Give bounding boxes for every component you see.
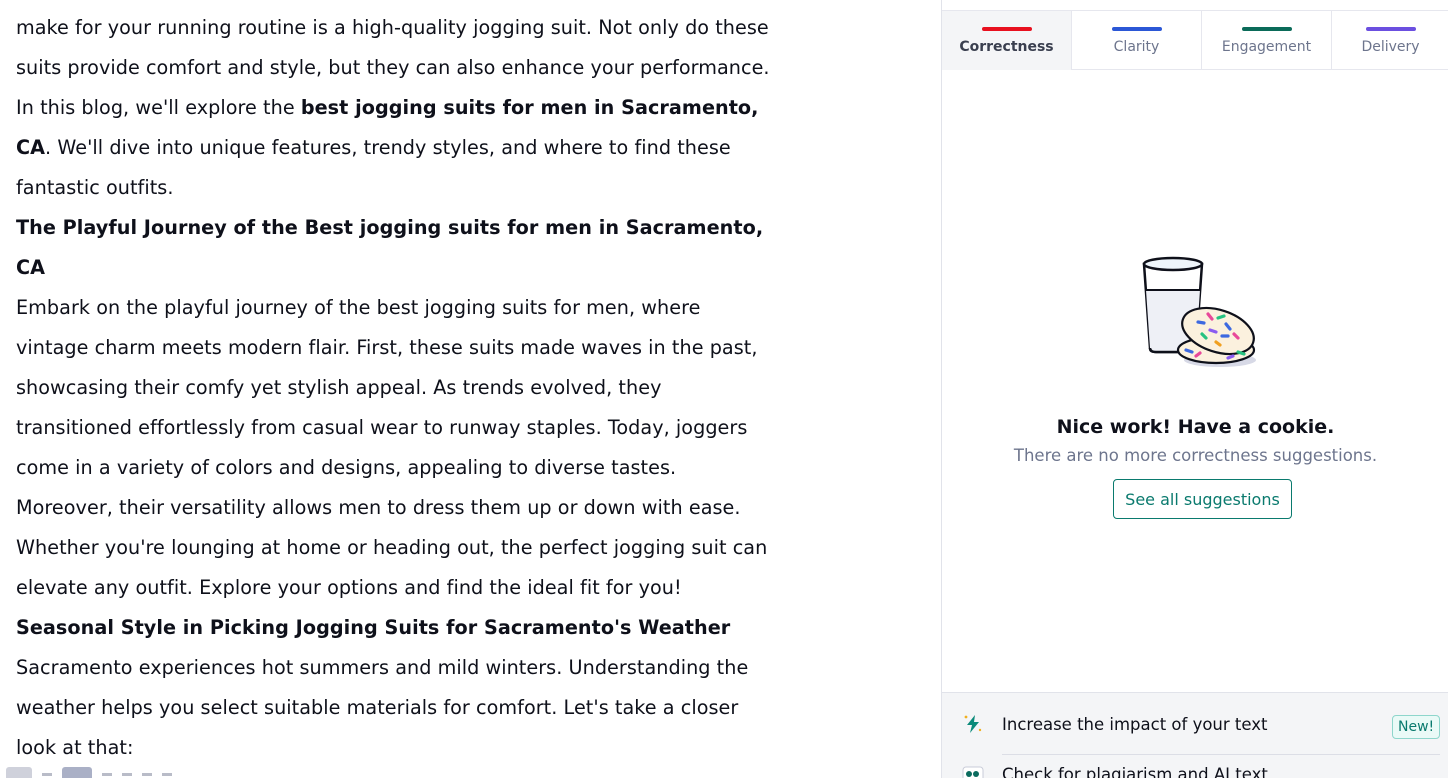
tab-label: Clarity	[1113, 39, 1160, 55]
tab-engagement[interactable]: Engagement	[1202, 11, 1332, 70]
empty-state: Nice work! Have a cookie. There are no m…	[942, 70, 1448, 692]
engagement-indicator	[1241, 27, 1292, 31]
document-paragraph: Sacramento experiences hot summers and m…	[16, 648, 776, 768]
bold-text: Seasonal Style in Picking Jogging Suits …	[16, 616, 731, 639]
list-button[interactable]	[162, 772, 172, 776]
text-run: . We'll dive into unique features, trend…	[16, 136, 731, 199]
tab-clarity[interactable]: Clarity	[1072, 11, 1202, 70]
quote-icon	[962, 766, 984, 778]
document-paragraph: make for your running routine is a high-…	[16, 8, 776, 208]
suggestions-panel: Correctness Clarity Engagement Delivery	[941, 0, 1448, 778]
milk-and-cookies-illustration	[1142, 256, 1256, 367]
empty-state-subtitle: There are no more correctness suggestion…	[1013, 446, 1378, 465]
delivery-indicator	[1365, 27, 1416, 31]
toolbar-item[interactable]	[142, 772, 152, 776]
bold-button[interactable]	[6, 767, 32, 778]
plagiarism-check-item[interactable]: Check for plagiarism and AI text	[942, 753, 1448, 778]
category-tabs: Correctness Clarity Engagement Delivery	[942, 10, 1448, 70]
lightning-icon	[964, 715, 982, 733]
tab-delivery[interactable]: Delivery	[1332, 11, 1448, 70]
empty-state-title: Nice work! Have a cookie.	[1056, 416, 1335, 438]
feature-label: Check for plagiarism and AI text	[1002, 765, 1268, 778]
document-heading: Seasonal Style in Picking Jogging Suits …	[16, 608, 776, 648]
correctness-indicator	[981, 27, 1032, 31]
tab-label: Delivery	[1361, 39, 1420, 55]
feature-label: Increase the impact of your text	[1002, 715, 1268, 734]
toolbar-item[interactable]	[122, 772, 132, 776]
bold-text: The Playful Journey of the Best jogging …	[16, 216, 764, 279]
document-heading: The Playful Journey of the Best jogging …	[16, 208, 776, 288]
document-editor[interactable]: make for your running routine is a high-…	[0, 0, 940, 778]
tab-correctness[interactable]: Correctness	[942, 11, 1072, 70]
see-all-suggestions-button[interactable]: See all suggestions	[1113, 479, 1292, 519]
new-badge: New!	[1392, 715, 1441, 739]
toolbar-item[interactable]	[42, 772, 52, 776]
document-body[interactable]: make for your running routine is a high-…	[16, 8, 776, 768]
feature-list: Increase the impact of your text New! Ch…	[942, 692, 1448, 778]
text-run: Sacramento experiences hot summers and m…	[16, 656, 749, 759]
format-toolbar	[0, 766, 420, 778]
toolbar-item[interactable]	[102, 772, 112, 776]
document-paragraph: Embark on the playful journey of the bes…	[16, 288, 776, 608]
text-run: Embark on the playful journey of the bes…	[16, 296, 768, 599]
clarity-indicator	[1111, 27, 1162, 31]
tab-label: Correctness	[959, 39, 1054, 55]
increase-impact-item[interactable]: Increase the impact of your text New!	[942, 693, 1448, 755]
tab-label: Engagement	[1221, 39, 1312, 55]
heading-button[interactable]	[62, 767, 92, 778]
